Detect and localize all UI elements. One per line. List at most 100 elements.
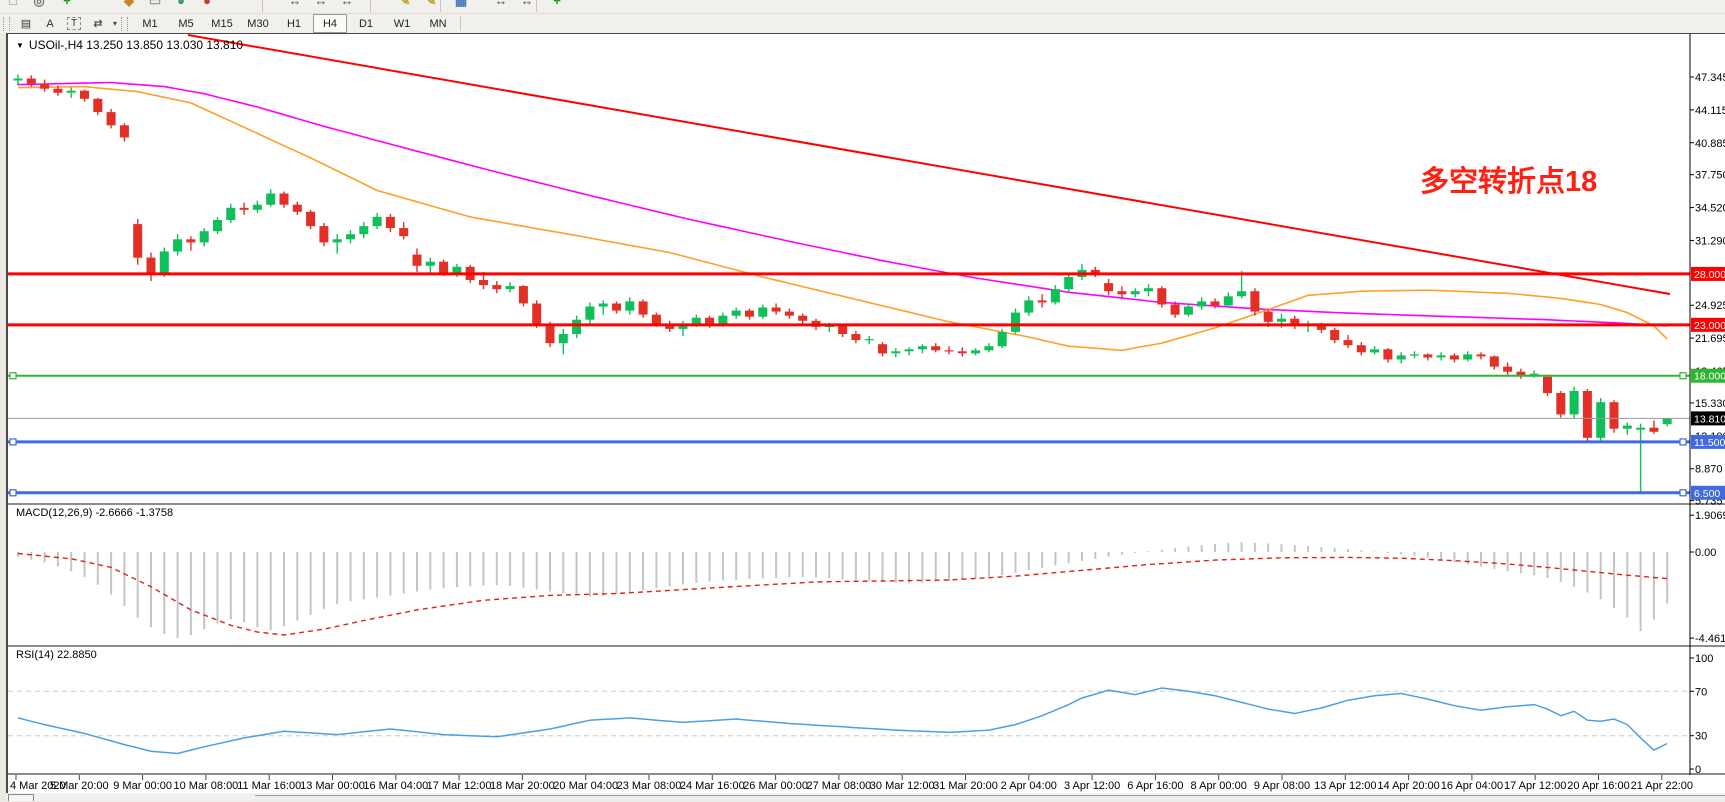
time-axis-label: 13 Apr 12:00 bbox=[1314, 780, 1376, 792]
cursor-arrow-icon[interactable]: ↔ bbox=[286, 0, 304, 11]
trendline-pencil-icon[interactable]: ✎ bbox=[396, 0, 414, 11]
candle bbox=[319, 226, 328, 242]
template-grid-icon[interactable]: ▤ bbox=[15, 16, 37, 32]
line-handle[interactable] bbox=[1680, 439, 1686, 445]
chart-canvas[interactable]: 18.46512.10047.34544.11540.88537.75034.5… bbox=[8, 34, 1725, 793]
channel-pencil-icon[interactable]: ✎ bbox=[422, 0, 440, 11]
arrow-left-right-icon[interactable]: ↔ bbox=[492, 0, 510, 11]
toolbar-grip[interactable] bbox=[3, 17, 10, 31]
candle bbox=[173, 239, 182, 251]
chevron-down-icon[interactable]: ▾ bbox=[110, 19, 120, 28]
candle bbox=[120, 125, 129, 137]
candle bbox=[639, 301, 648, 314]
zoom-icon[interactable]: ◎ bbox=[30, 0, 48, 11]
candle bbox=[280, 194, 289, 205]
pane-divider[interactable] bbox=[8, 503, 1725, 505]
new-chart-icon[interactable]: □ bbox=[4, 0, 22, 11]
rsi-axis-label: 0 bbox=[1695, 764, 1701, 776]
crosshair-icon[interactable]: ↔ bbox=[312, 0, 330, 11]
panel-icon[interactable]: ▭ bbox=[146, 0, 164, 11]
candle bbox=[1064, 277, 1073, 289]
macd-axis-label: 1.9069 bbox=[1695, 510, 1725, 522]
candle bbox=[838, 326, 847, 334]
price-axis-label: 34.520 bbox=[1695, 203, 1725, 215]
tf-button-d1[interactable]: D1 bbox=[349, 14, 383, 33]
add-indicator-icon[interactable]: + bbox=[548, 0, 566, 11]
tf-button-m1[interactable]: M1 bbox=[133, 14, 167, 33]
candle bbox=[546, 325, 555, 343]
line-handle[interactable] bbox=[1680, 373, 1686, 379]
candle bbox=[1437, 355, 1446, 357]
candle bbox=[107, 112, 116, 125]
chart-dropdown-icon[interactable]: ▼ bbox=[16, 41, 24, 50]
candle bbox=[1423, 354, 1432, 357]
toolbar-row-top: □ ◎ + ◆ ▭ ● ● ↔ ↔ ↔ ✎ ✎ ▦ ↔ ↔ + bbox=[0, 0, 1725, 14]
tf-button-h1[interactable]: H1 bbox=[277, 14, 311, 33]
candle bbox=[479, 280, 488, 285]
tf-button-m15[interactable]: M15 bbox=[205, 14, 239, 33]
candle bbox=[1051, 289, 1060, 302]
tf-button-w1[interactable]: W1 bbox=[385, 14, 419, 33]
candle bbox=[1556, 393, 1565, 414]
candle bbox=[1610, 402, 1619, 429]
line-handle[interactable] bbox=[10, 373, 16, 379]
candle bbox=[67, 91, 76, 93]
candle bbox=[998, 332, 1007, 346]
pane-divider[interactable] bbox=[8, 645, 1725, 647]
candle bbox=[186, 239, 195, 242]
chart-background bbox=[8, 34, 1725, 793]
candle bbox=[692, 318, 701, 324]
palette-icon[interactable]: ▦ bbox=[452, 0, 470, 11]
candle bbox=[1596, 402, 1605, 438]
level-11.500-box-text: 11.500 bbox=[1694, 437, 1725, 449]
time-axis-label: 20 Apr 16:00 bbox=[1567, 780, 1629, 792]
candle bbox=[851, 334, 860, 340]
chart-tab-stub[interactable] bbox=[8, 794, 34, 801]
candle bbox=[1211, 301, 1220, 305]
text-label-icon[interactable]: A bbox=[39, 16, 61, 32]
line-handle[interactable] bbox=[10, 490, 16, 496]
toolbar-separator bbox=[370, 0, 371, 12]
time-axis-label: 26 Mar 00:00 bbox=[743, 780, 808, 792]
add-chart-icon[interactable]: + bbox=[58, 0, 76, 11]
candle bbox=[931, 346, 940, 350]
tf-button-m30[interactable]: M30 bbox=[241, 14, 275, 33]
stop-icon[interactable]: ● bbox=[198, 0, 216, 11]
time-axis-label: 9 Mar 00:00 bbox=[113, 780, 172, 792]
time-axis-label: 13 Mar 00:00 bbox=[300, 780, 365, 792]
hline-tool-icon[interactable]: ↔ bbox=[338, 0, 356, 11]
line-handle[interactable] bbox=[10, 439, 16, 445]
toolbar-separator bbox=[262, 0, 263, 12]
macd-axis-label: 0.00 bbox=[1695, 547, 1716, 559]
chart-annotation-text[interactable]: 多空转折点18 bbox=[1420, 158, 1597, 200]
candle bbox=[625, 301, 634, 310]
draw-objects-icon[interactable]: ⇄ bbox=[87, 16, 109, 32]
chart-title: ▼USOil-,H4 13.250 13.850 13.030 13.810 bbox=[16, 38, 243, 52]
toolbar-separator bbox=[460, 16, 461, 31]
candle bbox=[1636, 428, 1645, 430]
tf-button-h4[interactable]: H4 bbox=[313, 14, 347, 33]
candle bbox=[359, 226, 368, 234]
tf-button-mn[interactable]: MN bbox=[421, 14, 455, 33]
level-23.000-box-text: 23.000 bbox=[1694, 320, 1725, 332]
candle bbox=[1131, 291, 1140, 294]
autotrade-icon[interactable]: ● bbox=[172, 0, 190, 11]
candle bbox=[160, 252, 169, 274]
line-handle[interactable] bbox=[1680, 490, 1686, 496]
chart-window[interactable]: 18.46512.10047.34544.11540.88537.75034.5… bbox=[6, 33, 1725, 793]
tf-button-m5[interactable]: M5 bbox=[169, 14, 203, 33]
candle bbox=[1264, 312, 1273, 322]
pane-divider[interactable] bbox=[8, 773, 1725, 775]
price-axis-label: 37.750 bbox=[1695, 170, 1725, 182]
candle bbox=[226, 208, 235, 220]
arrow-style-icon[interactable]: ↔ bbox=[518, 0, 536, 11]
candle bbox=[40, 84, 49, 89]
toolbar-grip-2[interactable] bbox=[121, 17, 128, 31]
candle bbox=[945, 350, 954, 351]
candle bbox=[519, 286, 528, 303]
price-axis-label: 15.330 bbox=[1695, 398, 1725, 410]
time-axis-label: 16 Mar 04:00 bbox=[363, 780, 428, 792]
new-order-icon[interactable]: ◆ bbox=[120, 0, 138, 11]
text-box-icon[interactable]: T bbox=[63, 16, 85, 32]
candle bbox=[1237, 291, 1246, 296]
